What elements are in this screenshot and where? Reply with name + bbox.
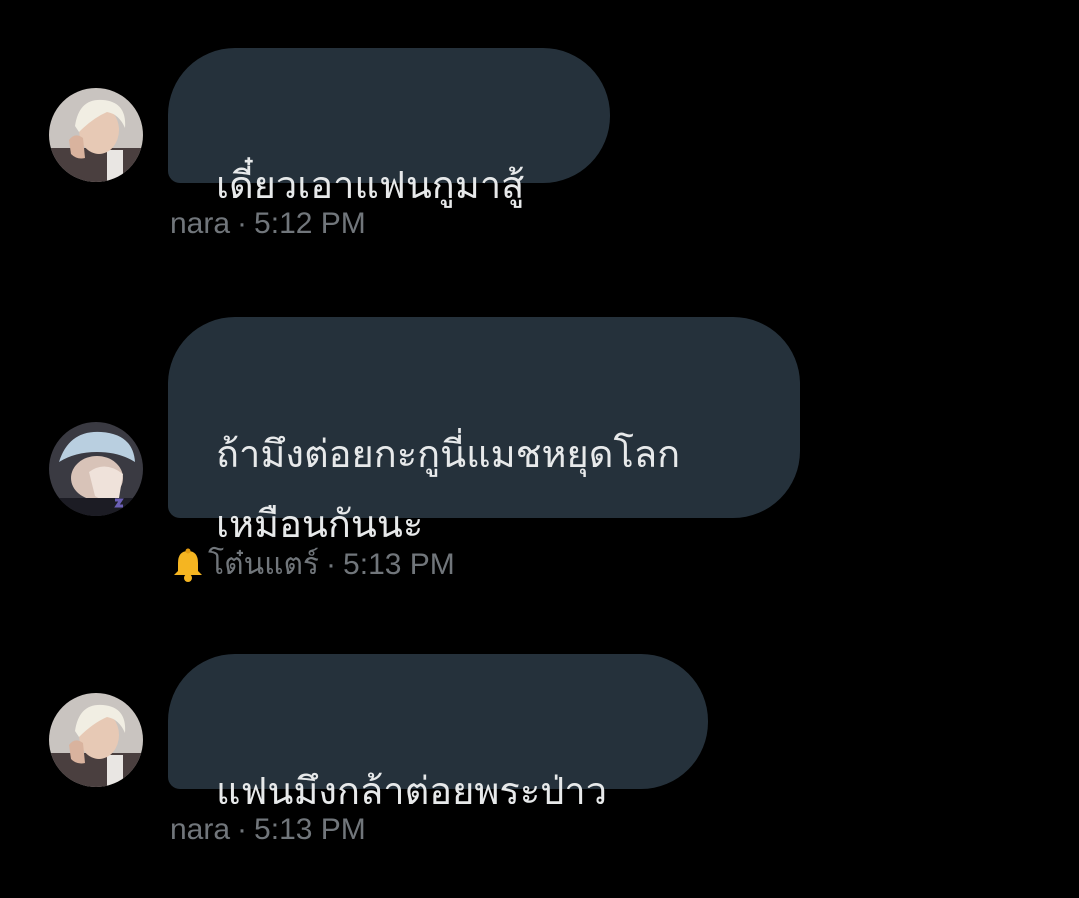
user-avatar[interactable] (49, 88, 143, 182)
user-avatar-blonde-icon (49, 693, 143, 787)
sender-name[interactable]: nara (170, 813, 230, 847)
sender-name[interactable]: nara (170, 207, 230, 241)
message-meta: nara · 5:12 PM (170, 207, 366, 241)
message-bubble[interactable]: เดี๋ยวเอาแฟนกูมาสู้ (168, 48, 610, 207)
meta-separator: · (326, 547, 337, 581)
message-time: 5:13 PM (254, 813, 366, 846)
message-text: เดี๋ยวเอาแฟนกูมาสู้ (216, 163, 525, 207)
message-bubble[interactable]: แฟนมึงกล้าต่อยพระป่าว (168, 654, 708, 813)
bell-icon (170, 547, 206, 583)
user-avatar[interactable] (49, 422, 143, 516)
message-time: 5:12 PM (254, 207, 366, 240)
user-avatar-cap-icon (49, 422, 143, 516)
sender-name[interactable]: โต๋นแตร์ (208, 541, 319, 588)
message-meta: โต๋นแตร์ · 5:13 PM (170, 541, 455, 588)
message-text: ถ้ามึงต่อยกะกูนี่แมชหยุดโลก เหมือนกันนะ (216, 432, 681, 546)
message-bubble[interactable]: ถ้ามึงต่อยกะกูนี่แมชหยุดโลก เหมือนกันนะ (168, 317, 800, 546)
message-time: 5:13 PM (343, 547, 455, 581)
user-avatar-blonde-icon (49, 88, 143, 182)
user-avatar[interactable] (49, 693, 143, 787)
meta-separator: · (237, 813, 248, 846)
message-text: แฟนมึงกล้าต่อยพระป่าว (216, 769, 608, 813)
message-meta: nara · 5:13 PM (170, 813, 366, 847)
meta-separator: · (237, 207, 248, 240)
